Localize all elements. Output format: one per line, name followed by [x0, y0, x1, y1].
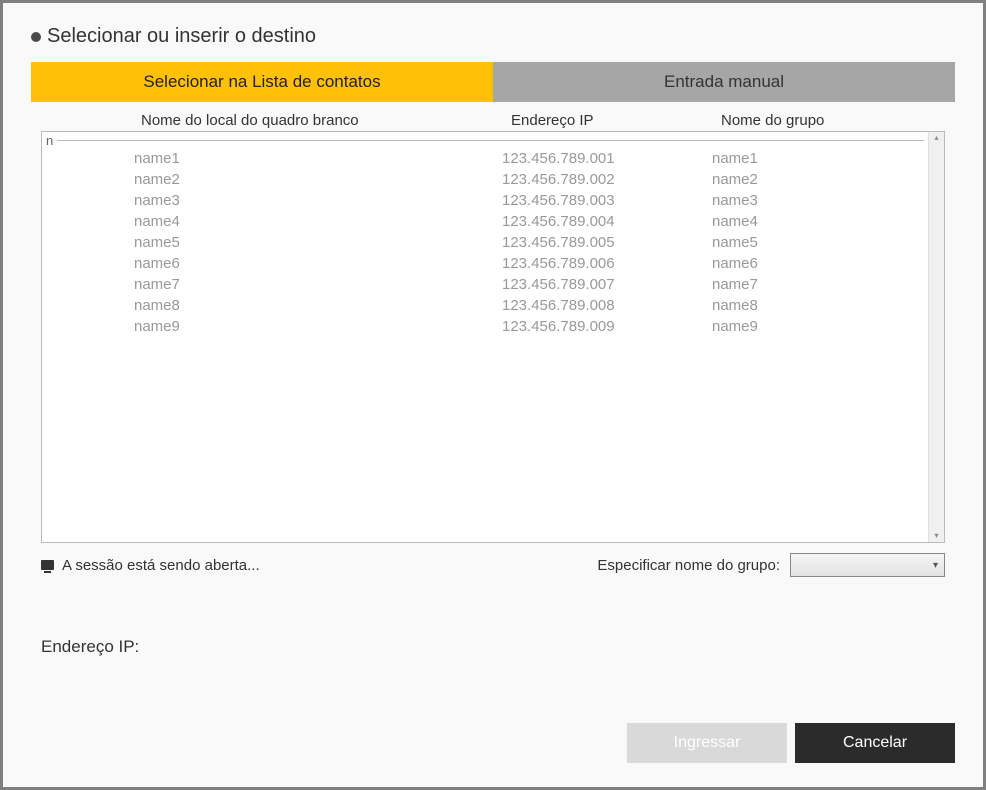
list-item[interactable]: name4123.456.789.004name4: [42, 211, 928, 232]
tab-manual-entry[interactable]: Entrada manual: [493, 62, 955, 102]
group-spec-label: Especificar nome do grupo:: [597, 557, 780, 574]
list-item[interactable]: name6123.456.789.006name6: [42, 253, 928, 274]
divider-line: [57, 140, 924, 141]
row-whiteboard-name: name3: [42, 192, 502, 209]
row-ip-address: 123.456.789.006: [502, 255, 712, 272]
header-group-name: Nome do grupo: [721, 112, 945, 129]
row-ip-address: 123.456.789.003: [502, 192, 712, 209]
scroll-up-icon[interactable]: ▴: [934, 134, 938, 142]
row-whiteboard-name: name4: [42, 213, 502, 230]
list-item[interactable]: name5123.456.789.005name5: [42, 232, 928, 253]
row-ip-address: 123.456.789.007: [502, 276, 712, 293]
row-group-name: name4: [712, 213, 928, 230]
join-button[interactable]: Ingressar: [627, 723, 787, 763]
column-headers: Nome do local do quadro branco Endereço …: [31, 112, 955, 129]
session-status: A sessão está sendo aberta...: [41, 557, 260, 574]
row-whiteboard-name: name2: [42, 171, 502, 188]
dialog-buttons: Ingressar Cancelar: [31, 723, 955, 763]
row-group-name: name7: [712, 276, 928, 293]
list-item[interactable]: name1123.456.789.001name1: [42, 148, 928, 169]
status-row: A sessão está sendo aberta... Especifica…: [41, 553, 945, 577]
row-ip-address: 123.456.789.005: [502, 234, 712, 251]
cancel-button[interactable]: Cancelar: [795, 723, 955, 763]
row-ip-address: 123.456.789.004: [502, 213, 712, 230]
header-whiteboard-name: Nome do local do quadro branco: [41, 112, 511, 129]
group-spec: Especificar nome do grupo: ▾: [597, 553, 945, 577]
title-bar: Selecionar ou inserir o destino: [3, 3, 983, 62]
row-ip-address: 123.456.789.009: [502, 318, 712, 335]
monitor-icon: [41, 560, 54, 570]
list-item[interactable]: name3123.456.789.003name3: [42, 190, 928, 211]
row-group-name: name2: [712, 171, 928, 188]
row-group-name: name6: [712, 255, 928, 272]
list-item[interactable]: name2123.456.789.002name2: [42, 169, 928, 190]
list-item[interactable]: name8123.456.789.008name8: [42, 295, 928, 316]
ip-address-row: Endereço IP:: [41, 637, 945, 657]
list-item[interactable]: name7123.456.789.007name7: [42, 274, 928, 295]
dialog-title: Selecionar ou inserir o destino: [47, 25, 316, 48]
tab-bar: Selecionar na Lista de contatos Entrada …: [31, 62, 955, 102]
contacts-listbox: n name1123.456.789.001name1name2123.456.…: [41, 131, 945, 543]
row-group-name: name3: [712, 192, 928, 209]
row-whiteboard-name: name7: [42, 276, 502, 293]
chevron-down-icon: ▾: [933, 560, 938, 571]
list-item[interactable]: name9123.456.789.009name9: [42, 316, 928, 337]
vertical-scrollbar[interactable]: ▴ ▾: [928, 132, 944, 542]
bullet-icon: [31, 32, 41, 42]
group-name-dropdown[interactable]: ▾: [790, 553, 945, 577]
row-whiteboard-name: name6: [42, 255, 502, 272]
row-group-name: name1: [712, 150, 928, 167]
listbox-scroll-area[interactable]: n name1123.456.789.001name1name2123.456.…: [42, 132, 928, 542]
group-divider: n: [42, 132, 928, 148]
tab-contacts-list[interactable]: Selecionar na Lista de contatos: [31, 62, 493, 102]
group-marker-label: n: [46, 133, 53, 148]
row-whiteboard-name: name9: [42, 318, 502, 335]
scroll-down-icon[interactable]: ▾: [934, 532, 938, 540]
row-group-name: name8: [712, 297, 928, 314]
row-ip-address: 123.456.789.002: [502, 171, 712, 188]
header-ip-address: Endereço IP: [511, 112, 721, 129]
row-whiteboard-name: name5: [42, 234, 502, 251]
row-group-name: name5: [712, 234, 928, 251]
row-ip-address: 123.456.789.008: [502, 297, 712, 314]
row-whiteboard-name: name1: [42, 150, 502, 167]
row-ip-address: 123.456.789.001: [502, 150, 712, 167]
session-status-text: A sessão está sendo aberta...: [62, 557, 260, 574]
dialog-window: Selecionar ou inserir o destino Selecion…: [3, 3, 983, 787]
ip-address-label: Endereço IP:: [41, 637, 139, 656]
row-whiteboard-name: name8: [42, 297, 502, 314]
row-group-name: name9: [712, 318, 928, 335]
